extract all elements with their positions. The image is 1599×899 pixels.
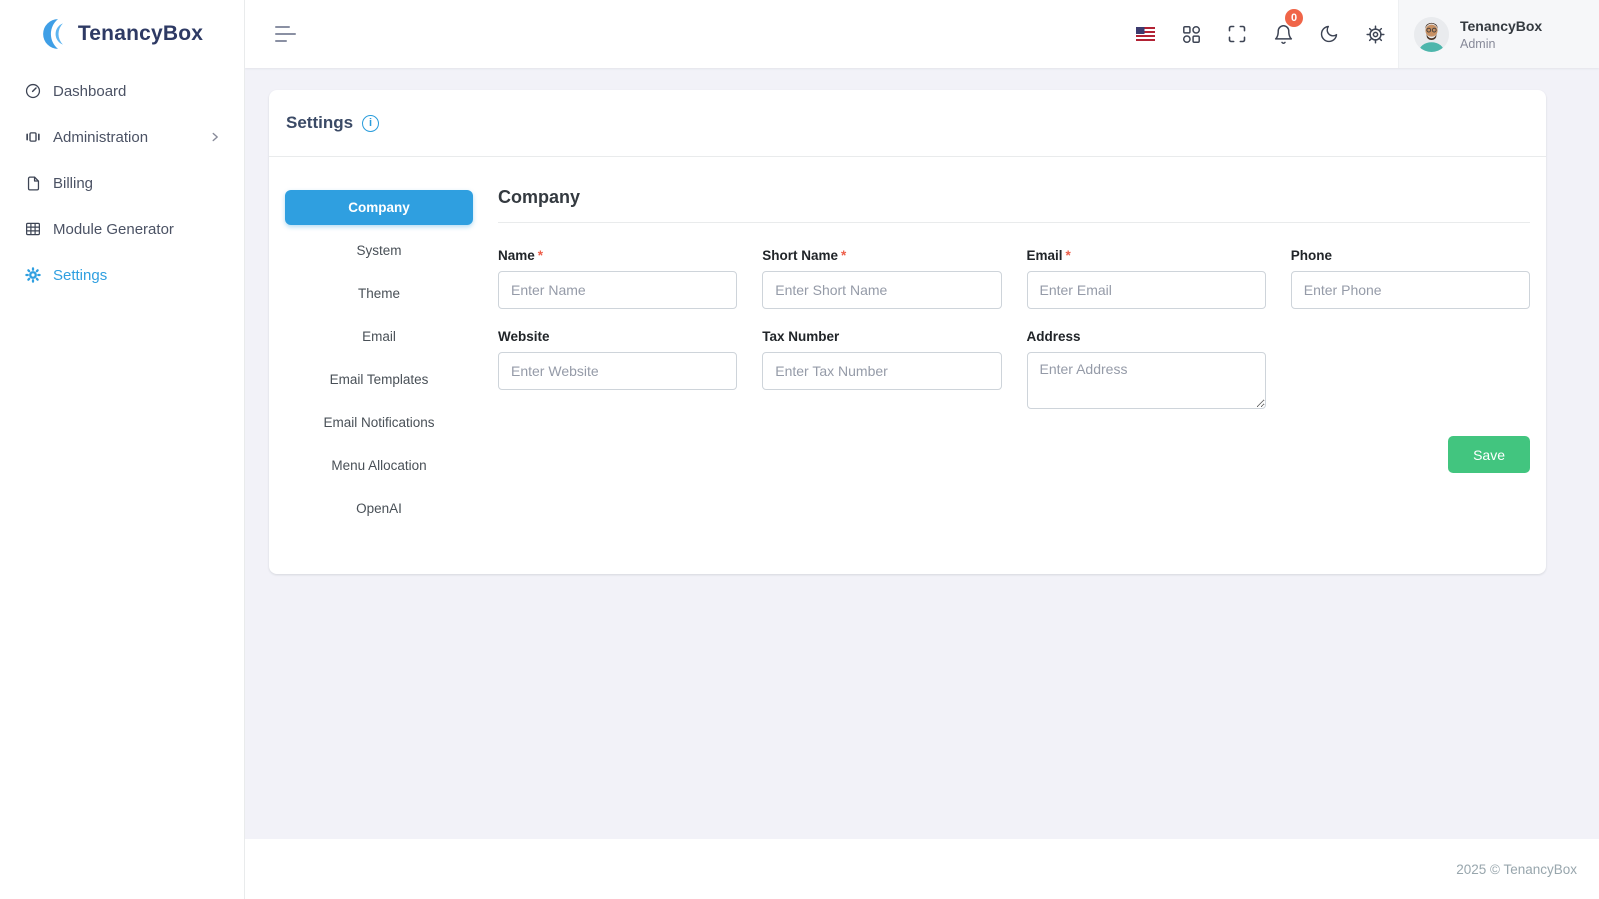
user-role: Admin [1460, 37, 1542, 51]
moon-icon [1319, 24, 1339, 44]
tab-email-notifications[interactable]: Email Notifications [285, 405, 473, 440]
field-label: Short Name* [762, 248, 1001, 263]
gear-icon [1365, 24, 1386, 45]
main-column: 0 [245, 0, 1599, 899]
field-label: Name* [498, 248, 737, 263]
field-label: Phone [1291, 248, 1530, 263]
tab-menu-allocation[interactable]: Menu Allocation [285, 448, 473, 483]
field-label: Email* [1027, 248, 1266, 263]
field-label: Tax Number [762, 329, 1001, 344]
carousel-icon [24, 128, 42, 146]
settings-gear-button[interactable] [1352, 0, 1398, 68]
table-grid-icon [24, 220, 42, 238]
page-title: Settings [286, 113, 353, 133]
sidebar-item-label: Dashboard [53, 83, 126, 100]
sidebar-item-settings[interactable]: Settings [0, 252, 244, 298]
notifications-button[interactable]: 0 [1260, 0, 1306, 68]
tab-openai[interactable]: OpenAI [285, 491, 473, 526]
gauge-icon [24, 82, 42, 100]
apps-grid-button[interactable] [1168, 0, 1214, 68]
field-phone: Phone [1291, 248, 1530, 309]
apps-grid-icon [1181, 24, 1202, 45]
field-label: Address [1027, 329, 1266, 344]
email-input[interactable] [1027, 271, 1266, 309]
brand-logo[interactable]: TenancyBox [0, 0, 244, 68]
tab-email-templates[interactable]: Email Templates [285, 362, 473, 397]
field-name: Name* [498, 248, 737, 309]
sidebar-item-administration[interactable]: Administration [0, 114, 244, 160]
settings-tab-list: Company System Theme Email Email Templat… [285, 190, 473, 534]
user-name: TenancyBox [1460, 18, 1542, 34]
sidebar-item-dashboard[interactable]: Dashboard [0, 68, 244, 114]
card-header: Settings i [269, 90, 1546, 157]
chevron-right-icon [208, 130, 222, 144]
fullscreen-button[interactable] [1214, 0, 1260, 68]
topbar-actions: 0 [1122, 0, 1599, 68]
sidebar: TenancyBox Dashboard [0, 0, 245, 899]
field-tax-number: Tax Number [762, 329, 1001, 409]
topbar: 0 [245, 0, 1599, 68]
settings-card: Settings i Company System Theme Email Em… [269, 90, 1546, 574]
sidebar-nav: Dashboard Administration [0, 68, 244, 298]
brand-name: TenancyBox [78, 22, 203, 46]
us-flag-icon [1136, 27, 1155, 41]
phone-input[interactable] [1291, 271, 1530, 309]
info-icon[interactable]: i [362, 115, 379, 132]
sidebar-item-label: Module Generator [53, 221, 174, 238]
user-meta: TenancyBox Admin [1460, 18, 1542, 51]
field-label: Website [498, 329, 737, 344]
field-website: Website [498, 329, 737, 409]
app-root: TenancyBox Dashboard [0, 0, 1599, 899]
sidebar-item-module-generator[interactable]: Module Generator [0, 206, 244, 252]
sidebar-item-label: Administration [53, 129, 148, 146]
bell-icon [1273, 24, 1294, 45]
gear-icon [24, 266, 42, 284]
tax-number-input[interactable] [762, 352, 1001, 390]
fullscreen-icon [1227, 24, 1247, 44]
website-input[interactable] [498, 352, 737, 390]
avatar [1414, 17, 1449, 52]
field-short-name: Short Name* [762, 248, 1001, 309]
save-button[interactable]: Save [1448, 436, 1530, 473]
tab-system[interactable]: System [285, 233, 473, 268]
name-input[interactable] [498, 271, 737, 309]
brand-crescents-icon [41, 11, 75, 57]
section-title: Company [498, 187, 1530, 223]
sidebar-item-label: Settings [53, 267, 107, 284]
form-actions: Save [498, 436, 1530, 473]
tab-email[interactable]: Email [285, 319, 473, 354]
tab-company[interactable]: Company [285, 190, 473, 225]
tab-theme[interactable]: Theme [285, 276, 473, 311]
address-textarea[interactable] [1027, 352, 1266, 409]
language-flag-button[interactable] [1122, 0, 1168, 68]
sidebar-item-billing[interactable]: Billing [0, 160, 244, 206]
file-icon [24, 174, 42, 192]
card-body: Company System Theme Email Email Templat… [269, 157, 1546, 574]
page-footer: 2025 © TenancyBox [245, 839, 1599, 899]
user-menu[interactable]: TenancyBox Admin [1398, 0, 1599, 68]
dark-mode-button[interactable] [1306, 0, 1352, 68]
page-content: Settings i Company System Theme Email Em… [245, 68, 1599, 839]
company-pane: Company Name* Short Name* Ema [498, 190, 1530, 534]
hamburger-menu-icon[interactable] [275, 26, 296, 42]
company-form: Name* Short Name* Email* [498, 248, 1530, 409]
sidebar-item-label: Billing [53, 175, 93, 192]
field-address: Address [1027, 329, 1266, 409]
field-email: Email* [1027, 248, 1266, 309]
short-name-input[interactable] [762, 271, 1001, 309]
footer-copyright: 2025 © TenancyBox [1456, 862, 1577, 877]
notification-badge: 0 [1285, 9, 1303, 27]
